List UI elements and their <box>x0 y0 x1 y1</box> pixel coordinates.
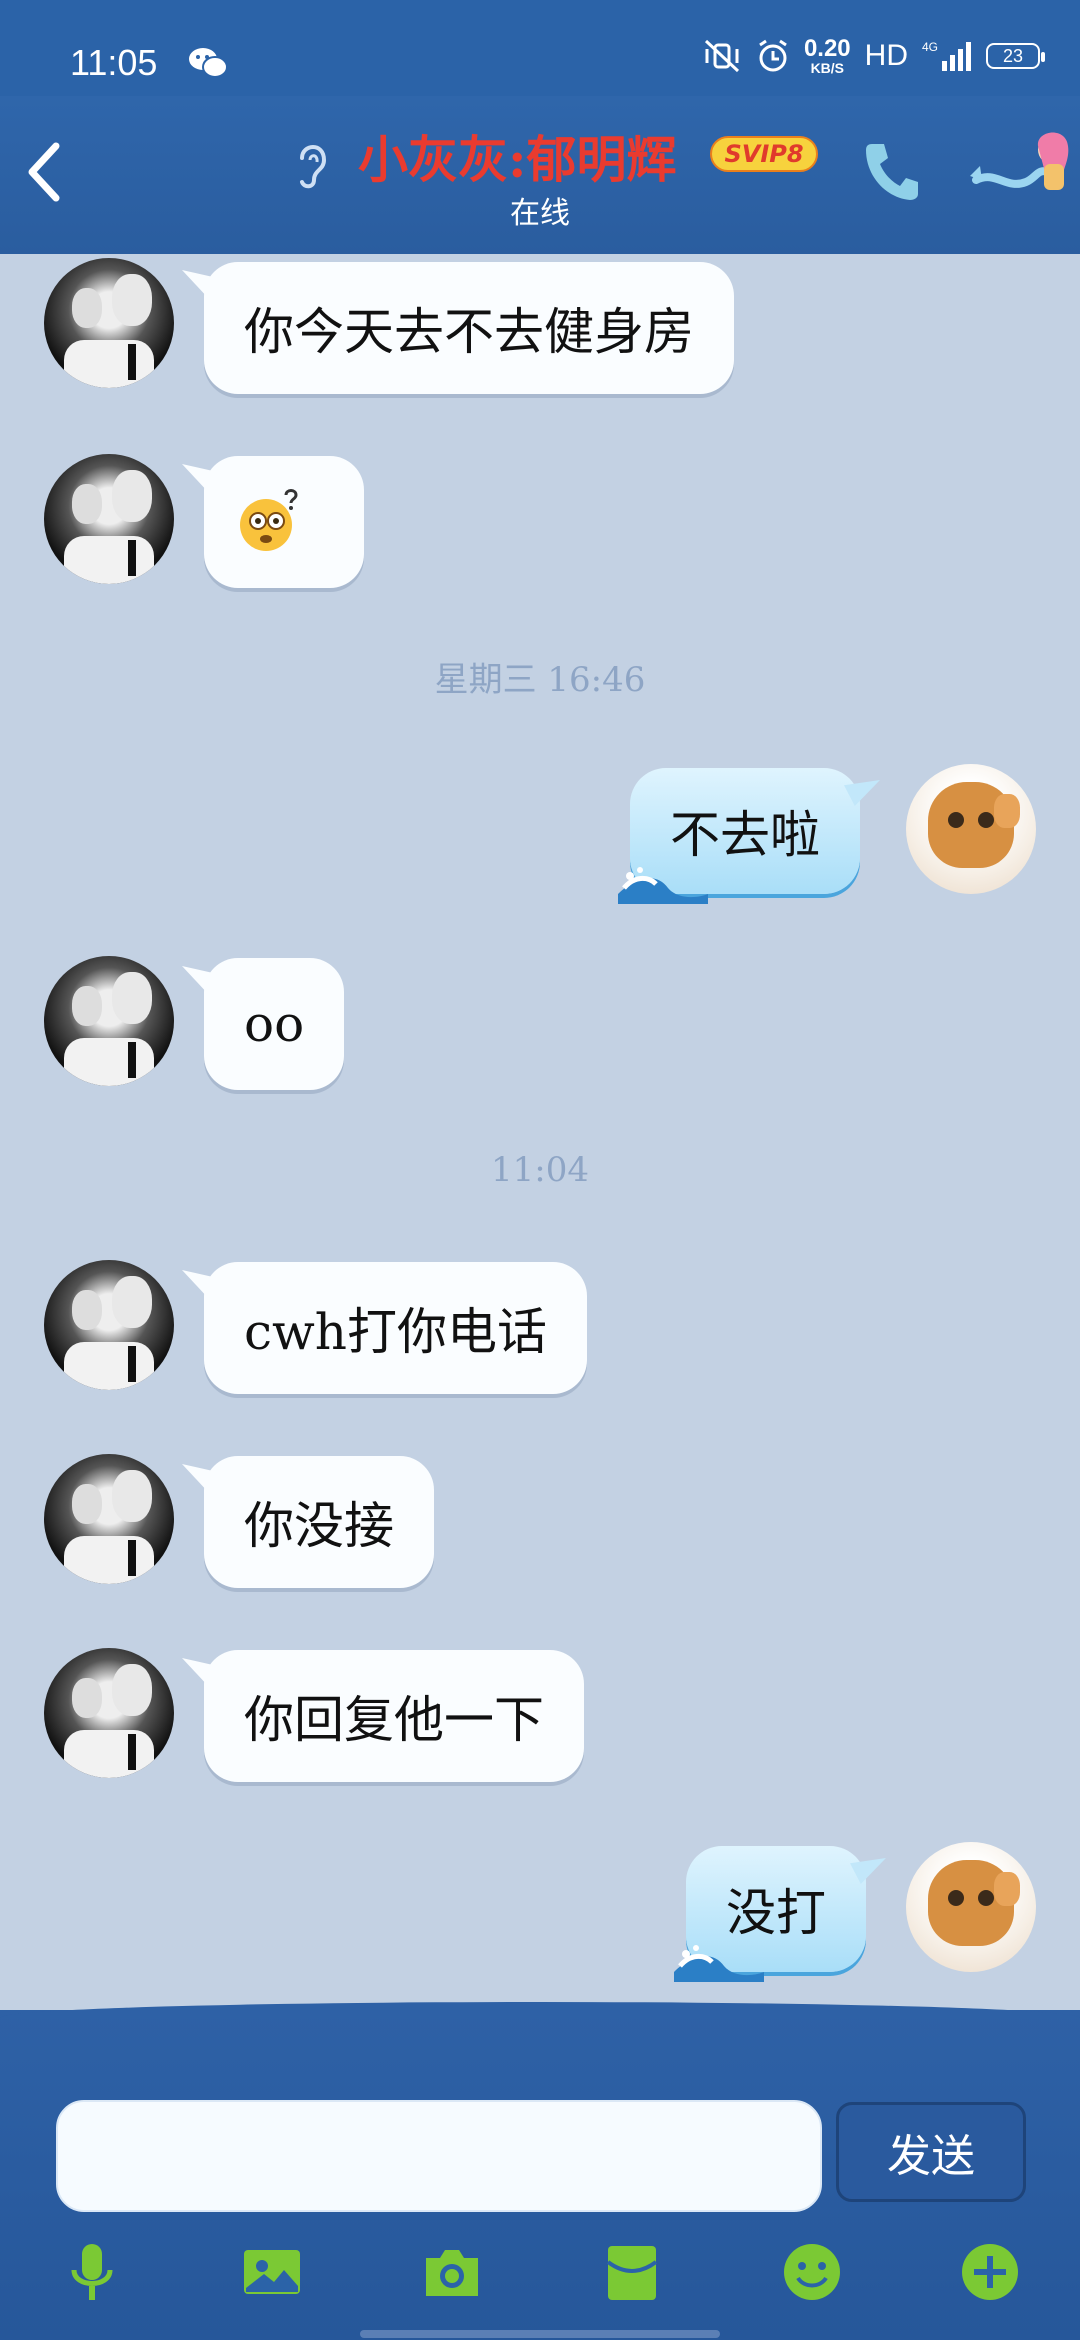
message-text: 你回复他一下 <box>244 1691 544 1749</box>
phone-call-icon[interactable] <box>858 136 922 206</box>
red-packet-icon[interactable] <box>600 2240 664 2304</box>
wave-decoration-icon <box>674 1945 764 1982</box>
dizzy-face-emoji-icon <box>240 489 298 551</box>
wave-decoration-icon <box>618 867 708 904</box>
plus-icon[interactable] <box>958 2240 1022 2304</box>
camera-icon[interactable] <box>420 2240 484 2304</box>
message-bubble-left[interactable]: oo <box>204 958 345 1090</box>
message-text: 你今天去不去健身房 <box>244 303 694 361</box>
contact-avatar[interactable] <box>44 1648 174 1778</box>
hd-indicator: HD <box>864 39 908 72</box>
message-input[interactable] <box>56 2100 822 2212</box>
contact-name: 小灰灰:郁明辉 <box>358 130 677 189</box>
message-bubble-right[interactable]: 没打 <box>674 1846 866 1982</box>
status-icons: 0.20 KB/S HD 4G 23 <box>702 35 1045 76</box>
signal-icon: 4G <box>922 40 971 71</box>
message-bubble-left[interactable]: 你没接 <box>204 1456 434 1588</box>
battery-indicator: 23 <box>986 43 1045 69</box>
earpiece-mode-icon[interactable] <box>290 136 334 192</box>
message-text: cwh打你电话 <box>244 1303 548 1361</box>
chat-header: 小灰灰:郁明辉 SVIP8 在线 <box>0 96 1080 254</box>
message-text: oo <box>244 995 305 1053</box>
contact-avatar[interactable] <box>44 1260 174 1390</box>
contact-avatar[interactable] <box>44 258 174 388</box>
input-toolbar <box>0 2240 1080 2310</box>
microphone-icon[interactable] <box>60 2240 124 2304</box>
message-bubble-left[interactable]: 你今天去不去健身房 <box>204 262 734 394</box>
message-timestamp: 星期三 16:46 <box>434 660 646 700</box>
mermaid-decoration-icon <box>970 132 1069 190</box>
network-speed: 0.20 KB/S <box>803 35 851 76</box>
mute-vibrate-icon <box>704 39 739 73</box>
message-bubble-left[interactable]: 你回复他一下 <box>204 1650 584 1782</box>
status-time: 11:05 <box>70 42 158 83</box>
wechat-icon <box>189 48 228 78</box>
svip-badge: SVIP8 <box>710 136 818 172</box>
send-button[interactable]: 发送 <box>836 2102 1026 2202</box>
user-avatar[interactable] <box>906 1842 1036 1972</box>
svg-text:4G: 4G <box>922 40 938 54</box>
home-indicator[interactable] <box>360 2330 720 2338</box>
message-text: 你没接 <box>244 1497 394 1555</box>
user-avatar[interactable] <box>906 764 1036 894</box>
message-timestamp: 11:04 <box>491 1150 589 1190</box>
smiley-icon[interactable] <box>780 2240 844 2304</box>
message-bubble-left[interactable] <box>204 456 364 588</box>
image-icon[interactable] <box>240 2240 304 2304</box>
status-bar: 11:05 0.20 KB/S HD 4G 23 <box>0 0 1080 96</box>
contact-avatar[interactable] <box>44 1454 174 1584</box>
message-bubble-left[interactable]: cwh打你电话 <box>204 1262 588 1394</box>
contact-avatar[interactable] <box>44 956 174 1086</box>
message-bubble-right[interactable]: 不去啦 <box>618 768 860 904</box>
contact-avatar[interactable] <box>44 454 174 584</box>
alarm-icon <box>759 39 787 72</box>
